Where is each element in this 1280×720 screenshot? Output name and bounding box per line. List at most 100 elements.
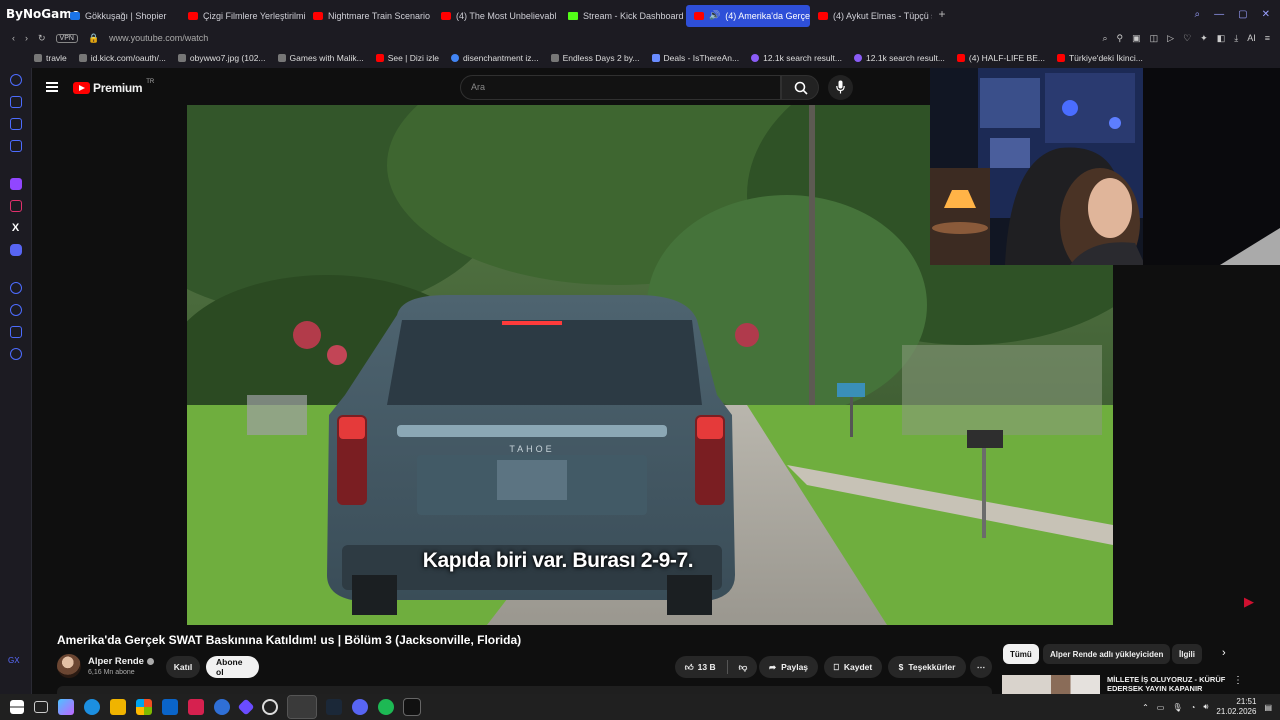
minimize-icon[interactable]: — (1214, 9, 1224, 20)
back-icon[interactable]: ‹ (12, 33, 15, 43)
wallet-icon[interactable]: ◧ (1217, 33, 1226, 44)
chip-related[interactable]: İlgili (1172, 644, 1202, 664)
notification-icon[interactable]: ▤ (1264, 703, 1272, 712)
start-icon[interactable] (10, 700, 24, 714)
gx-icon[interactable]: GX (8, 656, 20, 665)
tab-aykut-elmas[interactable]: (4) Aykut Elmas - Tüpçü s (810, 5, 932, 27)
tab-amerikada-gercek[interactable]: 🔊 (4) Amerika'da Gerçe (686, 4, 810, 27)
steam-icon[interactable] (326, 699, 342, 715)
more-actions-button[interactable]: ⋯ (970, 656, 992, 678)
close-icon[interactable]: ✕ (1262, 9, 1270, 20)
app-diamond-icon[interactable] (237, 698, 255, 716)
opera-gx-active-icon[interactable] (287, 695, 317, 719)
opera-gx-icon[interactable] (188, 699, 204, 715)
edge-icon[interactable] (84, 699, 100, 715)
youtube-logo[interactable]: Premium TR (73, 79, 154, 95)
player-icon[interactable] (9, 282, 22, 294)
new-tab-button[interactable]: + (932, 7, 952, 21)
vpn-badge[interactable]: VPN (55, 33, 78, 43)
mail-icon[interactable] (162, 699, 178, 715)
search-button[interactable] (781, 75, 819, 100)
maximize-icon[interactable]: ▢ (1238, 9, 1247, 20)
shop-icon[interactable] (9, 96, 22, 108)
chip-from-uploader[interactable]: Alper Rende adlı yükleyiciden (1043, 644, 1171, 664)
bookmark-item[interactable]: travle (34, 53, 67, 63)
task-view-icon[interactable] (34, 701, 48, 713)
pin-icon[interactable]: ⚲ (1117, 33, 1124, 44)
tab-kick-dashboard[interactable]: Stream - Kick Dashboard (560, 5, 686, 27)
bookmark-item[interactable]: Endless Days 2 by... (550, 53, 640, 63)
bookmark-item[interactable]: Türkiye'deki İkinci... (1056, 53, 1143, 63)
discord-icon[interactable] (9, 244, 22, 256)
bookmark-item[interactable]: (4) HALF-LIFE BE... (956, 53, 1045, 63)
hamburger-menu-icon[interactable] (46, 82, 58, 92)
taskbar-clock[interactable]: 21:51 21.02.2026 (1216, 697, 1256, 717)
join-button[interactable]: Katıl (166, 656, 200, 678)
save-button[interactable]: ⎕ Kaydet (824, 656, 882, 678)
bookmark-item[interactable]: disenchantment iz... (451, 53, 539, 63)
menu-icon[interactable]: ≡ (1265, 33, 1270, 44)
bookmark-item[interactable]: id.kick.com/oauth/... (78, 53, 166, 63)
file-explorer-icon[interactable] (110, 699, 126, 715)
share-button[interactable]: ➦ Paylaş (759, 656, 818, 678)
bookmark-item[interactable]: Deals - IsThereAn... (651, 53, 739, 63)
tab-shopier[interactable]: Gökkuşağı | Shopier (62, 5, 180, 27)
spotify-icon[interactable] (378, 699, 394, 715)
tab-nightmare-train[interactable]: Nightmare Train Scenario (305, 5, 433, 27)
copilot-icon[interactable] (58, 699, 74, 715)
bookmark-item[interactable]: Games with Malik... (277, 53, 364, 63)
reload-icon[interactable]: ↻ (38, 33, 46, 44)
bookmark-item[interactable]: obywwo7.jpg (102... (177, 53, 266, 63)
discord-taskbar-icon[interactable] (352, 699, 368, 715)
history-icon[interactable] (9, 74, 22, 86)
voice-search-button[interactable] (828, 75, 853, 100)
obs-icon[interactable] (262, 699, 278, 715)
zoom-icon[interactable]: ⌕ (1103, 33, 1108, 44)
extension-icon[interactable]: ◫ (1150, 33, 1159, 44)
description-box[interactable] (57, 686, 992, 694)
forward-icon[interactable]: › (25, 33, 28, 43)
puzzle-icon[interactable]: ✦ (1200, 33, 1208, 44)
search-tabs-icon[interactable]: ⌕ (1195, 9, 1201, 20)
player-icon[interactable]: ▷ (1167, 33, 1174, 44)
bookmark-item[interactable]: 12.1k search result... (751, 53, 842, 63)
discord-alt-icon[interactable] (214, 699, 230, 715)
dislike-button[interactable]: 👎︎ (739, 662, 748, 673)
twitch-icon[interactable] (9, 178, 22, 190)
settings-icon[interactable] (9, 348, 22, 360)
bookmark-item[interactable]: See | Dizi izle (375, 53, 439, 63)
clock-icon[interactable] (9, 304, 22, 316)
thanks-button[interactable]: $ Teşekkürler (888, 656, 966, 678)
url-field[interactable]: www.youtube.com/watch (109, 33, 208, 43)
microphone-tray-icon[interactable]: 🎙︎ (1172, 703, 1182, 712)
recommendation-thumbnail[interactable] (1002, 675, 1100, 694)
x-icon[interactable]: X (10, 222, 22, 234)
chevron-up-icon[interactable]: ⌃ (1142, 703, 1149, 712)
network-icon[interactable]: ◔ (1191, 703, 1196, 712)
messenger-icon[interactable] (9, 140, 22, 152)
gamepad-icon[interactable] (9, 118, 22, 130)
tab-most-unbelievable[interactable]: (4) The Most Unbelievabl (433, 5, 560, 27)
instagram-icon[interactable] (9, 200, 22, 212)
channel-name[interactable]: Alper Rende (88, 656, 154, 667)
channel-avatar[interactable] (57, 654, 81, 678)
store-icon[interactable] (136, 699, 152, 715)
chip-all[interactable]: Tümü (1003, 644, 1039, 664)
cube-icon[interactable] (9, 326, 22, 338)
volume-icon[interactable]: 🔊︎ (1203, 702, 1208, 712)
bookmark-item[interactable]: 12.1k search result... (854, 53, 945, 63)
heart-icon[interactable]: ♡ (1183, 33, 1191, 44)
snapshot-icon[interactable]: ▣ (1132, 33, 1141, 44)
ai-button[interactable]: AI (1247, 33, 1256, 44)
chevron-right-icon[interactable]: › (1222, 647, 1226, 659)
recommendation-title[interactable]: MİLLETE İŞ OLUYORUZ - KÜRÜF EDERSEK YAYI… (1107, 675, 1232, 694)
epic-games-icon[interactable] (403, 698, 421, 716)
search-input[interactable]: Ara (460, 75, 781, 100)
download-icon[interactable]: ⤓ (1234, 33, 1238, 44)
recommendation-menu-icon[interactable]: ⋮ (1233, 675, 1243, 686)
subscribe-button[interactable]: Abone ol (206, 656, 259, 678)
tab-cizgi-filmlere[interactable]: Çizgi Filmlere Yerleştirilmi (180, 5, 305, 27)
battery-icon[interactable]: ▭ (1157, 703, 1165, 712)
browser-brand-logo[interactable]: ByNoGame (0, 0, 80, 28)
like-button[interactable]: 👍︎ 13 B (685, 662, 716, 673)
